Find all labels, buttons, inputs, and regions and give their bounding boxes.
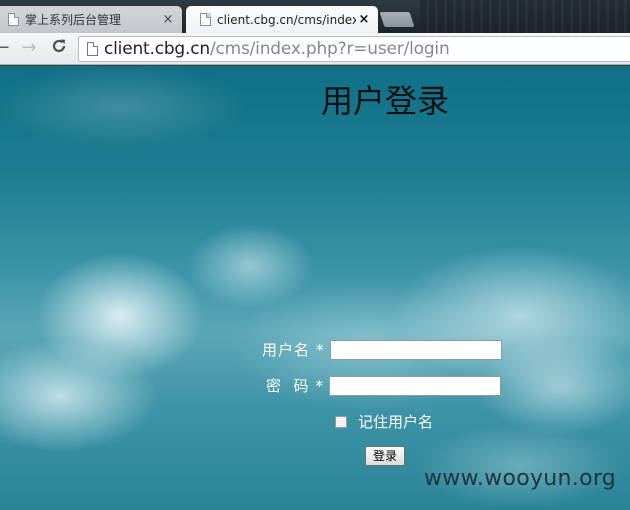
back-icon[interactable]: ← [0, 38, 12, 58]
tab-admin[interactable]: 掌上系列后台管理 × [0, 6, 182, 33]
browser-toolbar: ← → client.cbg.cn/cms/index.php?r=user/l… [0, 33, 630, 65]
reload-glyph [52, 39, 66, 53]
tab-close-icon[interactable]: × [356, 12, 372, 27]
tab-title: client.cbg.cn/cms/index. [217, 12, 356, 27]
remember-row: 记住用户名 [335, 411, 433, 432]
page-favicon-icon [8, 13, 19, 26]
page-icon [87, 42, 98, 56]
remember-label: 记住用户名 [358, 413, 434, 431]
tab-title: 掌上系列后台管理 [25, 13, 122, 27]
tab-strip: 掌上系列后台管理 × client.cbg.cn/cms/index. × [0, 0, 630, 33]
address-bar[interactable]: client.cbg.cn/cms/index.php?r=user/login [78, 36, 630, 62]
login-button[interactable]: 登录 [365, 446, 405, 466]
page-title: 用户登录 [320, 82, 449, 120]
reload-icon[interactable] [49, 38, 69, 58]
watermark: www.wooyun.org [424, 466, 617, 491]
url-text[interactable]: client.cbg.cn/cms/index.php?r=user/login [104, 39, 450, 59]
tab-close-icon[interactable]: × [160, 12, 176, 27]
required-mark: * [315, 376, 324, 395]
username-input[interactable] [329, 339, 502, 360]
forward-icon[interactable]: → [19, 38, 39, 58]
password-label: 密 码 [266, 377, 310, 395]
required-mark: * [316, 340, 324, 359]
username-row: 用户名 * [262, 339, 502, 360]
page-favicon-icon [200, 13, 211, 26]
login-page: 用户登录 用户名 * 密 码 * 记住用户名 登录 www.wooyun.org [0, 66, 630, 510]
password-row: 密 码 * [266, 375, 502, 396]
new-tab-button[interactable] [379, 12, 415, 27]
password-input[interactable] [329, 375, 502, 396]
username-label: 用户名 [262, 341, 311, 359]
tabstrip-background [420, 0, 630, 33]
remember-checkbox[interactable] [335, 415, 347, 428]
url-host: client.cbg.cn [104, 39, 210, 59]
tab-login[interactable]: client.cbg.cn/cms/index. × [186, 6, 378, 33]
url-path: /cms/index.php?r=user/login [209, 39, 450, 59]
